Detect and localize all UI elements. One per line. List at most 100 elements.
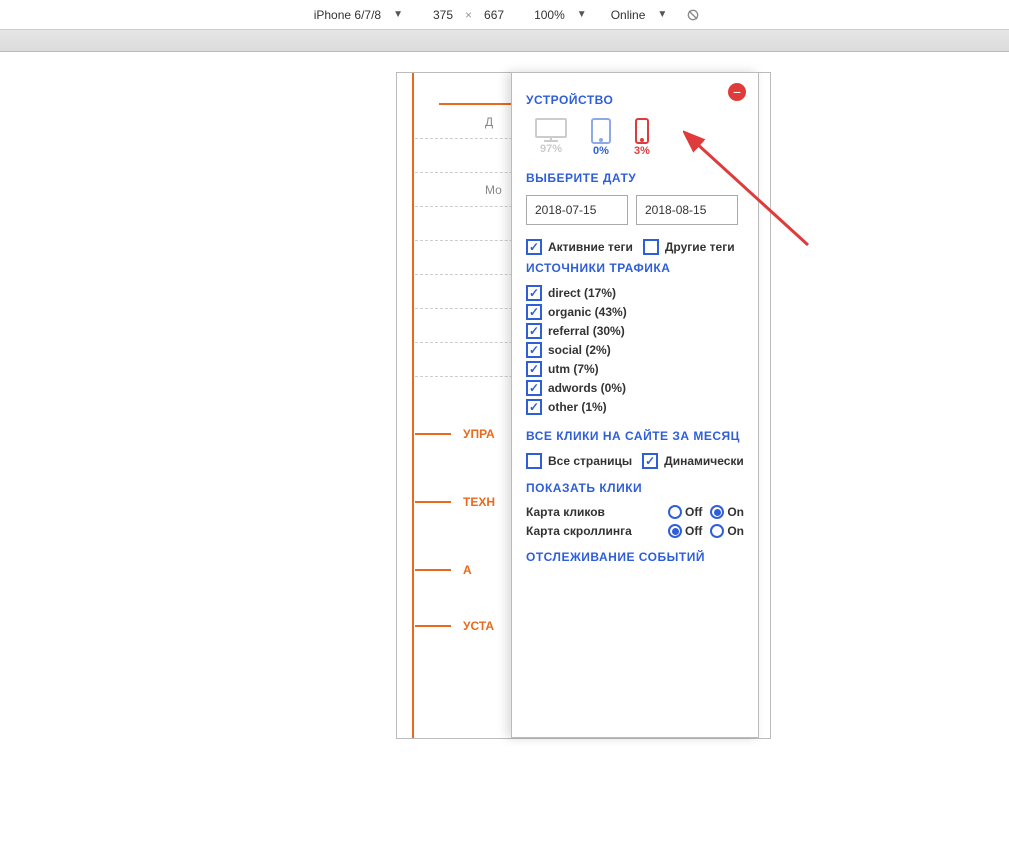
checkbox-icon: [526, 285, 542, 301]
scroll-map-off[interactable]: Off: [668, 524, 702, 538]
heading-show-clicks: ПОКАЗАТЬ КЛИКИ: [526, 481, 744, 495]
devtools-bar: iPhone 6/7/8 ▼ 375 × 667 100% ▼ Online ▼: [0, 0, 1009, 30]
section-divider: [439, 91, 519, 105]
source-item[interactable]: referral (30%): [526, 323, 744, 339]
chevron-down-icon: ▼: [657, 9, 667, 20]
pages-filter-row: Все страницы Динамически: [526, 453, 744, 469]
stage: Д Мо УПРА Количество а настройк ТЕХН А П…: [0, 52, 1009, 854]
device-label: iPhone 6/7/8: [314, 8, 381, 22]
source-label: other (1%): [548, 400, 607, 414]
checkbox-icon: [526, 323, 542, 339]
date-from-input[interactable]: [526, 195, 628, 225]
source-label: utm (7%): [548, 362, 599, 376]
source-item[interactable]: organic (43%): [526, 304, 744, 320]
viewport-height[interactable]: 667: [484, 8, 504, 22]
viewport-width[interactable]: 375: [433, 8, 453, 22]
checkbox-icon: [526, 380, 542, 396]
click-map-row: Карта кликов Off On: [526, 505, 744, 519]
zoom-label: 100%: [534, 8, 565, 22]
phone-icon: [634, 117, 650, 145]
on-label: On: [727, 505, 744, 519]
source-label: organic (43%): [548, 305, 627, 319]
placeholder-text: Д: [485, 115, 493, 129]
checkbox-icon: [526, 304, 542, 320]
rotate-icon[interactable]: [685, 7, 701, 23]
chevron-down-icon: ▼: [577, 9, 587, 20]
desktop-icon: [534, 117, 568, 143]
placeholder-text: Мо: [485, 183, 502, 197]
device-select[interactable]: iPhone 6/7/8 ▼: [308, 8, 409, 22]
source-item[interactable]: social (2%): [526, 342, 744, 358]
device-phone[interactable]: 3%: [634, 117, 650, 157]
source-item[interactable]: utm (7%): [526, 361, 744, 377]
heading-sources: ИСТОЧНИКИ ТРАФИКА: [526, 261, 744, 275]
all-pages-label: Все страницы: [548, 454, 632, 468]
radio-icon: [710, 524, 724, 538]
on-label: On: [727, 524, 744, 538]
radio-icon: [668, 524, 682, 538]
dynamic-pages-label: Динамически: [664, 454, 744, 468]
radio-icon: [710, 505, 724, 519]
chevron-down-icon: ▼: [393, 9, 403, 20]
ruler-bar: [0, 30, 1009, 52]
scroll-map-row: Карта скроллинга Off On: [526, 524, 744, 538]
source-label: social (2%): [548, 343, 611, 357]
section-title: А: [463, 563, 472, 577]
device-desktop[interactable]: 97%: [534, 117, 568, 157]
traffic-sources: direct (17%) organic (43%) referral (30%…: [526, 285, 744, 415]
device-tablet[interactable]: 0%: [590, 117, 612, 157]
active-tags-item[interactable]: Активние теги: [526, 239, 633, 255]
checkbox-icon: [526, 399, 542, 415]
date-range: [526, 195, 744, 225]
heading-events: ОТСЛЕЖИВАНИЕ СОБЫТИЙ: [526, 550, 744, 564]
date-to-input[interactable]: [636, 195, 738, 225]
click-map-off[interactable]: Off: [668, 505, 702, 519]
zoom-select[interactable]: 100% ▼: [528, 8, 593, 22]
device-tablet-pct: 0%: [593, 145, 609, 157]
checkbox-icon: [526, 342, 542, 358]
section-title: УПРА: [463, 427, 495, 441]
other-tags-item[interactable]: Другие теги: [643, 239, 735, 255]
orange-accent-line: [412, 73, 414, 738]
device-desktop-pct: 97%: [540, 143, 562, 155]
source-item[interactable]: other (1%): [526, 399, 744, 415]
tag-filter-row: Активние теги Другие теги: [526, 239, 744, 255]
network-select[interactable]: Online ▼: [605, 8, 674, 22]
section-title: ТЕХН: [463, 495, 495, 509]
all-pages-item[interactable]: Все страницы: [526, 453, 632, 469]
heading-date: ВЫБЕРИТЕ ДАТУ: [526, 171, 744, 185]
scroll-map-on[interactable]: On: [710, 524, 744, 538]
filter-panel: − УСТРОЙСТВО 97% 0% 3% ВЫБЕРИТЕ ДАТУ Акт…: [511, 72, 759, 738]
source-label: direct (17%): [548, 286, 616, 300]
checkbox-icon: [526, 361, 542, 377]
section-rule: [415, 625, 451, 627]
active-tags-label: Активние теги: [548, 240, 633, 254]
heading-clicks-month: ВСЕ КЛИКИ НА САЙТЕ ЗА МЕСЯЦ: [526, 429, 744, 443]
off-label: Off: [685, 524, 702, 538]
source-item[interactable]: direct (17%): [526, 285, 744, 301]
radio-icon: [668, 505, 682, 519]
checkbox-icon: [526, 239, 542, 255]
source-label: referral (30%): [548, 324, 625, 338]
source-item[interactable]: adwords (0%): [526, 380, 744, 396]
off-label: Off: [685, 505, 702, 519]
checkbox-icon: [526, 453, 542, 469]
click-map-on[interactable]: On: [710, 505, 744, 519]
section-title: УСТА: [463, 619, 494, 633]
section-rule: [415, 433, 451, 435]
heading-device: УСТРОЙСТВО: [526, 93, 744, 107]
viewport-sep: ×: [465, 8, 472, 22]
device-phone-pct: 3%: [634, 145, 650, 157]
section-rule: [415, 569, 451, 571]
network-label: Online: [611, 8, 646, 22]
section-rule: [415, 501, 451, 503]
checkbox-icon: [642, 453, 658, 469]
click-map-label: Карта кликов: [526, 505, 605, 519]
scroll-map-label: Карта скроллинга: [526, 524, 632, 538]
close-button[interactable]: −: [728, 83, 746, 101]
checkbox-icon: [643, 239, 659, 255]
tablet-icon: [590, 117, 612, 145]
other-tags-label: Другие теги: [665, 240, 735, 254]
dynamic-pages-item[interactable]: Динамически: [642, 453, 744, 469]
source-label: adwords (0%): [548, 381, 626, 395]
